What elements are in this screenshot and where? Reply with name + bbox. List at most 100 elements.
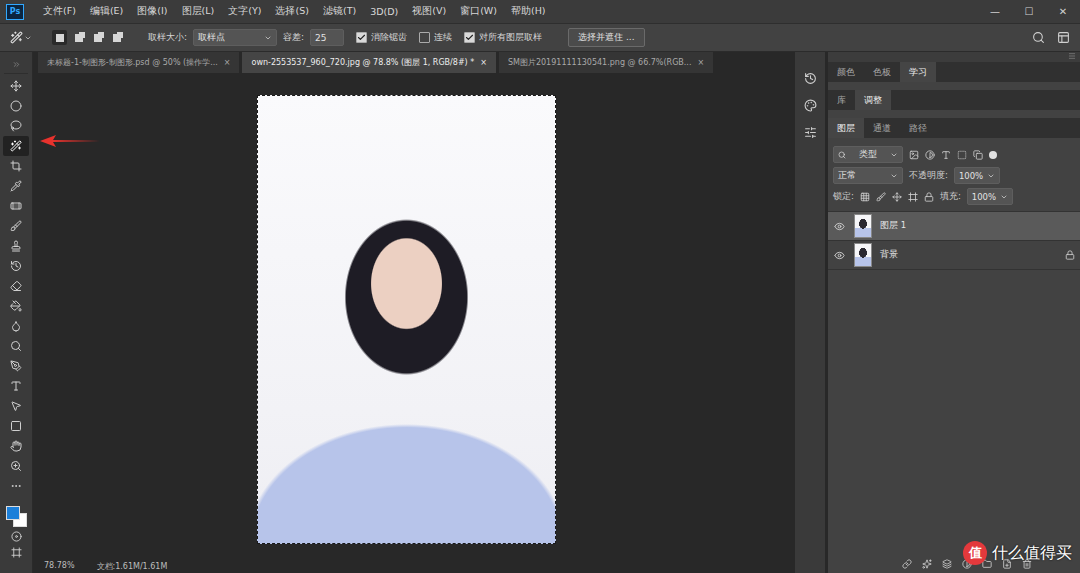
sample-size-dropdown[interactable]: 取样点 [193, 29, 277, 46]
window-control[interactable]: — [978, 0, 1012, 23]
tool-button[interactable] [3, 176, 29, 196]
tool-button[interactable] [3, 116, 29, 136]
menu-item[interactable]: 窗口(W) [453, 5, 504, 18]
tool-button[interactable] [3, 276, 29, 296]
selection-mode-button[interactable] [90, 30, 105, 45]
tool-button[interactable] [3, 196, 29, 216]
tool-button[interactable] [3, 216, 29, 236]
document-tab[interactable]: own-2553537_960_720.jpg @ 78.8% (图层 1, R… [242, 52, 495, 73]
panel-tab[interactable]: 路径 [900, 118, 936, 138]
tab-close[interactable]: × [697, 58, 704, 67]
opacity-field[interactable]: 100% [954, 167, 1000, 184]
selection-mode-button[interactable] [52, 30, 67, 45]
checkbox[interactable] [419, 32, 430, 43]
checkbox[interactable] [464, 32, 475, 43]
tool-button[interactable] [3, 96, 29, 116]
shape-filter-icon[interactable] [957, 150, 967, 160]
properties-icon[interactable] [804, 99, 817, 112]
tool-button[interactable] [3, 476, 29, 496]
lock-transparency-icon[interactable] [860, 192, 870, 202]
blend-mode-dropdown[interactable]: 正常 [833, 167, 903, 184]
quick-mask-button[interactable] [3, 528, 29, 544]
tool-button[interactable] [3, 256, 29, 276]
lock-position-icon[interactable] [892, 192, 902, 202]
tool-button[interactable] [3, 456, 29, 476]
link-icon[interactable] [902, 559, 912, 569]
tool-button[interactable] [3, 76, 29, 96]
checkbox[interactable] [356, 32, 367, 43]
visibility-toggle[interactable] [828, 250, 850, 261]
tab-close[interactable]: × [480, 58, 487, 67]
window-control[interactable]: ☐ [1012, 0, 1046, 23]
panel-menu-icon[interactable] [1068, 52, 1076, 60]
tolerance-field[interactable]: 25 [310, 29, 344, 46]
menu-item[interactable]: 编辑(E) [83, 5, 130, 18]
mask-icon[interactable] [942, 559, 952, 569]
color-swatches[interactable] [4, 504, 28, 528]
select-mask-button[interactable]: 选择并遮住 ... [568, 28, 644, 47]
visibility-toggle[interactable] [828, 221, 850, 232]
canvas[interactable] [38, 73, 783, 561]
screen-mode-button[interactable] [3, 544, 29, 560]
tool-button[interactable] [3, 356, 29, 376]
document-tab[interactable]: SM图片20191111130541.png @ 66.7%(RGB...× [499, 52, 713, 73]
tool-button[interactable] [3, 436, 29, 456]
selection-mode-button[interactable] [109, 30, 124, 45]
document-tab[interactable]: 未标题-1-制图形-制图形.psd @ 50% (操作学...× [38, 52, 239, 73]
filter-dropdown[interactable]: 类型 [833, 146, 903, 163]
panel-tab[interactable]: 学习 [900, 62, 936, 82]
tool-button[interactable] [3, 156, 29, 176]
type-filter-icon[interactable] [941, 150, 951, 160]
layer-name[interactable]: 图层 1 [880, 220, 1060, 232]
lock-pixels-icon[interactable] [876, 192, 886, 202]
tab-close[interactable]: × [224, 58, 231, 67]
panel-tab[interactable]: 库 [828, 90, 855, 110]
filter-toggle[interactable] [989, 151, 997, 159]
menu-item[interactable]: 文件(F) [36, 5, 83, 18]
adjust-icon[interactable] [804, 126, 817, 139]
selection-mode-button[interactable] [71, 30, 86, 45]
tool-button[interactable] [3, 296, 29, 316]
fill-field[interactable]: 100% [967, 188, 1013, 205]
menu-item[interactable]: 滤镜(T) [316, 5, 363, 18]
foreground-color[interactable] [6, 506, 20, 520]
menu-item[interactable]: 帮助(H) [504, 5, 553, 18]
menu-item[interactable]: 视图(V) [405, 5, 453, 18]
adjustment-filter-icon[interactable] [925, 150, 935, 160]
zoom-level[interactable]: 78.78% [44, 561, 75, 573]
menu-item[interactable]: 选择(S) [268, 5, 315, 18]
pixel-filter-icon[interactable] [909, 150, 919, 160]
menu-item[interactable]: 3D(D) [363, 6, 405, 17]
lock-all-icon[interactable] [924, 192, 934, 202]
layer-name[interactable]: 背景 [880, 249, 1060, 261]
tool-button[interactable] [3, 316, 29, 336]
tool-button[interactable] [3, 336, 29, 356]
toolbar-grip[interactable] [4, 56, 28, 74]
photo[interactable] [257, 95, 556, 544]
tool-button[interactable] [3, 136, 29, 156]
tool-button[interactable] [3, 396, 29, 416]
layer-row[interactable]: 背景 [828, 241, 1080, 270]
smart-filter-icon[interactable] [973, 150, 983, 160]
menu-item[interactable]: 图层(L) [175, 5, 222, 18]
tool-button[interactable] [3, 236, 29, 256]
panel-tab[interactable]: 通道 [864, 118, 900, 138]
layer-row[interactable]: 图层 1 [828, 212, 1080, 241]
option-checkbox[interactable]: 消除锯齿 [356, 31, 407, 44]
option-checkbox[interactable]: 对所有图层取样 [464, 31, 542, 44]
search-icon[interactable] [1032, 31, 1045, 44]
panel-tab[interactable]: 调整 [855, 90, 891, 110]
panel-tab[interactable]: 颜色 [828, 62, 864, 82]
tool-preset[interactable] [10, 31, 32, 44]
workspace-icon[interactable] [1057, 31, 1070, 44]
effects-icon[interactable] [922, 559, 932, 569]
menu-item[interactable]: 图像(I) [130, 5, 174, 18]
lock-artboard-icon[interactable] [908, 192, 918, 202]
tool-button[interactable] [3, 416, 29, 436]
panel-tab[interactable]: 图层 [828, 118, 864, 138]
history-icon[interactable] [804, 72, 817, 85]
option-checkbox[interactable]: 连续 [419, 31, 452, 44]
tool-button[interactable] [3, 376, 29, 396]
menu-item[interactable]: 文字(Y) [221, 5, 268, 18]
panel-tab[interactable]: 色板 [864, 62, 900, 82]
